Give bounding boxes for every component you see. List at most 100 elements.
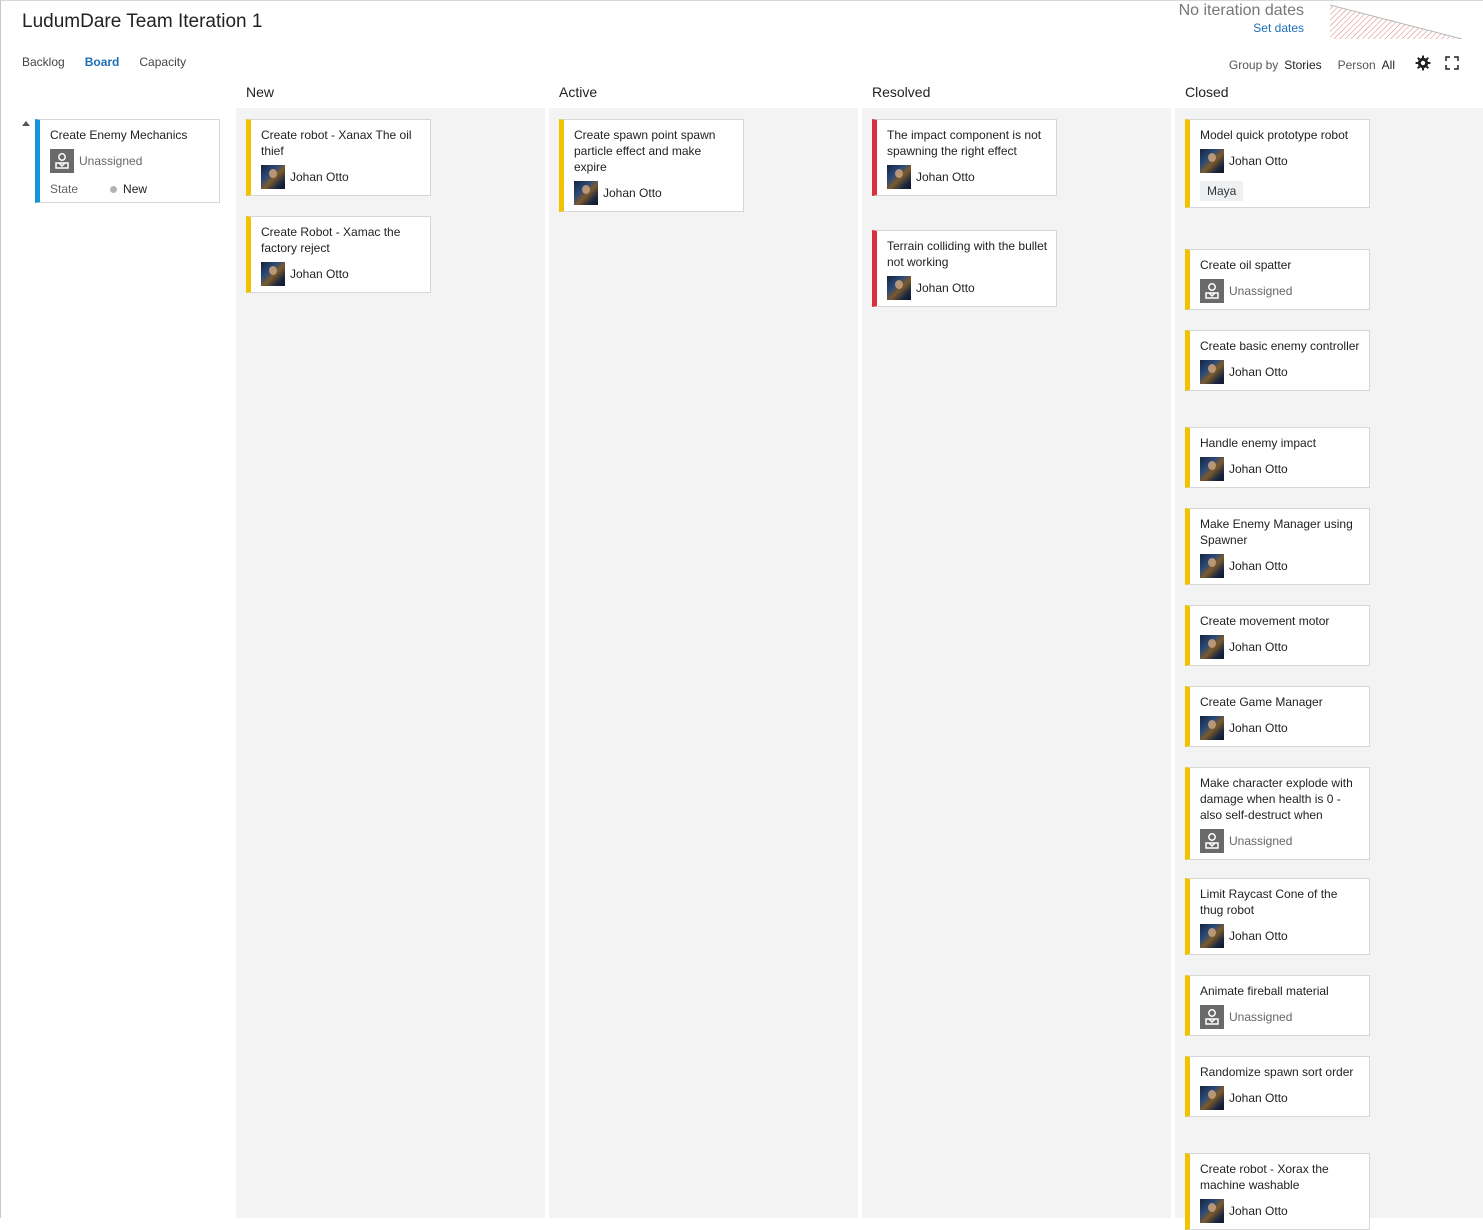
card-assignee[interactable]: Johan Otto — [1200, 635, 1361, 659]
state-field[interactable]: New — [110, 182, 147, 196]
card-title: Handle enemy impact — [1200, 436, 1317, 450]
avatar — [1200, 360, 1224, 384]
column-header-closed: Closed — [1185, 84, 1229, 100]
card-title: Animate fireball material — [1200, 984, 1329, 998]
task-card[interactable]: Make character explode with damage when … — [1185, 767, 1370, 860]
avatar — [1200, 924, 1224, 948]
task-card[interactable]: Create oil spatter Unassigned — [1185, 249, 1370, 310]
assignee-name: Johan Otto — [603, 186, 662, 200]
card-title: Create Game Manager — [1200, 695, 1323, 709]
tag-badge[interactable]: Maya — [1200, 181, 1244, 201]
tab-backlog[interactable]: Backlog — [22, 55, 65, 69]
assignee-name: Unassigned — [1229, 834, 1293, 848]
assignee-name: Unassigned — [79, 154, 143, 168]
card-assignee[interactable]: Johan Otto — [1200, 1199, 1361, 1223]
avatar — [887, 276, 911, 300]
task-card[interactable]: Create spawn point spawn particle effect… — [559, 119, 744, 212]
task-card[interactable]: Model quick prototype robot Johan Otto M… — [1185, 119, 1370, 208]
card-assignee[interactable]: Unassigned — [1200, 279, 1361, 303]
card-assignee[interactable]: Johan Otto — [887, 276, 1048, 300]
set-dates-link[interactable]: Set dates — [1179, 21, 1304, 36]
card-title: Create basic enemy controller — [1200, 339, 1360, 353]
card-title: Model quick prototype robot — [1200, 128, 1349, 142]
card-title: Create Enemy Mechanics — [50, 128, 188, 142]
state-dot-icon — [110, 185, 118, 193]
card-assignee[interactable]: Johan Otto — [1200, 924, 1361, 948]
avatar — [261, 165, 285, 189]
unassigned-icon — [50, 149, 74, 173]
state-value: New — [123, 182, 148, 196]
card-assignee[interactable]: Unassigned — [1200, 1005, 1361, 1029]
assignee-name: Johan Otto — [290, 170, 349, 184]
task-card[interactable]: Create Game Manager Johan Otto — [1185, 686, 1370, 747]
task-card[interactable]: Make Enemy Manager using Spawner Johan O… — [1185, 508, 1370, 585]
assignee-name: Unassigned — [1229, 1010, 1293, 1024]
avatar — [1200, 554, 1224, 578]
burndown-mini-chart — [1330, 4, 1462, 39]
unassigned-icon — [1200, 829, 1224, 853]
card-assignee[interactable]: Johan Otto — [1200, 149, 1361, 173]
card-title: Limit Raycast Cone of the thug robot — [1200, 887, 1338, 917]
task-card[interactable]: Limit Raycast Cone of the thug robot Joh… — [1185, 878, 1370, 955]
card-title: Create robot - Xorax the machine washabl… — [1200, 1162, 1329, 1192]
card-assignee[interactable]: Johan Otto — [1200, 457, 1361, 481]
card-assignee[interactable]: Johan Otto — [1200, 360, 1361, 384]
unassigned-icon — [1200, 1005, 1224, 1029]
task-card[interactable]: Create basic enemy controller Johan Otto — [1185, 330, 1370, 391]
fullscreen-icon[interactable] — [1445, 56, 1459, 73]
task-card[interactable]: Create robot - Xorax the machine washabl… — [1185, 1153, 1370, 1230]
assignee-name: Johan Otto — [1229, 721, 1288, 735]
assignee-name: Johan Otto — [1229, 559, 1288, 573]
card-assignee[interactable]: Johan Otto — [887, 165, 1048, 189]
card-assignee[interactable]: Johan Otto — [261, 165, 422, 189]
card-title: Create robot - Xanax The oil thief — [261, 128, 412, 158]
column-header-resolved: Resolved — [872, 84, 931, 100]
card-title: Create spawn point spawn particle effect… — [574, 128, 716, 174]
card-title: Create Robot - Xamac the factory reject — [261, 225, 401, 255]
view-tabs: Backlog Board Capacity — [22, 55, 186, 69]
page-title: LudumDare Team Iteration 1 — [22, 11, 263, 32]
card-assignee[interactable]: Johan Otto — [1200, 554, 1361, 578]
task-card[interactable]: Randomize spawn sort order Johan Otto — [1185, 1056, 1370, 1117]
tab-capacity[interactable]: Capacity — [139, 55, 186, 69]
avatar — [1200, 149, 1224, 173]
assignee-name: Unassigned — [1229, 284, 1293, 298]
story-card[interactable]: Create Enemy Mechanics Unassigned State … — [35, 119, 220, 203]
gear-icon[interactable] — [1415, 55, 1431, 74]
assignee-name: Johan Otto — [1229, 365, 1288, 379]
task-card[interactable]: Handle enemy impact Johan Otto — [1185, 427, 1370, 488]
card-assignee[interactable]: Johan Otto — [574, 181, 735, 205]
card-title: Make character explode with damage when … — [1200, 776, 1353, 822]
collapse-row-toggle[interactable] — [22, 121, 30, 126]
card-title: The impact component is not spawning the… — [887, 128, 1042, 158]
bug-card[interactable]: Terrain colliding with the bullet not wo… — [872, 230, 1057, 307]
assignee-name: Johan Otto — [290, 267, 349, 281]
task-card[interactable]: Create Robot - Xamac the factory reject … — [246, 216, 431, 293]
assignee-name: Johan Otto — [1229, 1091, 1288, 1105]
iteration-dates: No iteration dates Set dates — [1179, 2, 1304, 36]
task-card[interactable]: Create movement motor Johan Otto — [1185, 605, 1370, 666]
card-assignee[interactable]: Johan Otto — [261, 262, 422, 286]
person-dropdown[interactable]: All — [1382, 58, 1395, 72]
card-assignee[interactable]: Unassigned — [1200, 829, 1361, 853]
avatar — [1200, 635, 1224, 659]
group-by-dropdown[interactable]: Stories — [1284, 58, 1321, 72]
card-assignee[interactable]: Johan Otto — [1200, 716, 1361, 740]
card-title: Terrain colliding with the bullet not wo… — [887, 239, 1048, 269]
task-card[interactable]: Animate fireball material Unassigned — [1185, 975, 1370, 1036]
column-header-new: New — [246, 84, 275, 100]
state-row: State New — [50, 182, 211, 196]
avatar — [574, 181, 598, 205]
tab-board[interactable]: Board — [85, 55, 120, 69]
avatar — [887, 165, 911, 189]
task-card[interactable]: Create robot - Xanax The oil thief Johan… — [246, 119, 431, 196]
card-assignee[interactable]: Unassigned — [50, 149, 211, 173]
bug-card[interactable]: The impact component is not spawning the… — [872, 119, 1057, 196]
state-label: State — [50, 182, 79, 196]
card-assignee[interactable]: Johan Otto — [1200, 1086, 1361, 1110]
avatar — [1200, 1086, 1224, 1110]
assignee-name: Johan Otto — [1229, 640, 1288, 654]
assignee-name: Johan Otto — [1229, 929, 1288, 943]
group-by-label: Group by — [1228, 57, 1279, 72]
board-toolbar: Group by Stories Person All — [1229, 55, 1459, 74]
